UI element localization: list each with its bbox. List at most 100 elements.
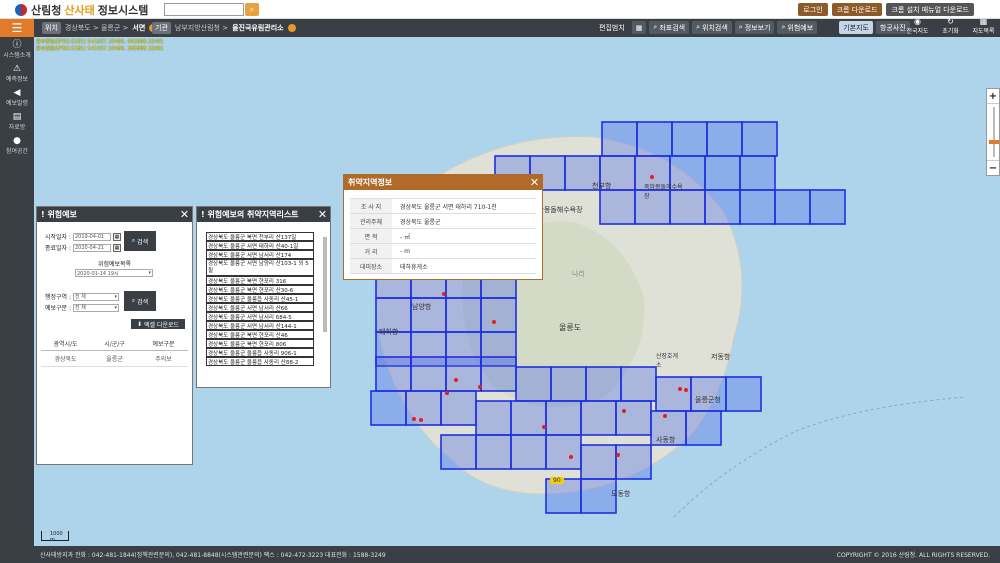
search-input[interactable]: [164, 3, 244, 16]
chevron-down-icon: ▾: [114, 304, 117, 311]
chevron-down-icon[interactable]: [287, 24, 296, 32]
map-label-sadong: 사동항: [656, 436, 676, 444]
agency-current: 울진국유림관리소: [232, 24, 284, 32]
region-search-button[interactable]: ⌕ 검색: [124, 291, 156, 311]
list-item[interactable]: 경상북도 울릉군 북면 현포리 산30-6: [206, 285, 314, 294]
sidebar-item-archive[interactable]: ▤ 자료방: [0, 109, 34, 133]
chevron-down-icon: ▾: [148, 270, 151, 276]
list-item[interactable]: 경상북도 울릉군 북면 현포리 316: [206, 276, 314, 285]
tool-label: 위험예보: [787, 23, 814, 32]
list-item[interactable]: 경상북도 울릉군 서면 남서리 684-5: [206, 312, 314, 321]
sidebar-item-system-intro[interactable]: ⓘ 시스템소개: [0, 37, 34, 61]
tool-label: 좌표검색: [659, 23, 686, 32]
refresh-icon: ↻: [947, 17, 954, 26]
sidebar-item-prediction[interactable]: ⚠ 예측정보: [0, 61, 34, 85]
site-logo[interactable]: 산림청 산사태 정보시스템: [14, 2, 148, 18]
edit-scope-button[interactable]: 편집범치: [595, 21, 629, 34]
chrome-download-button[interactable]: 크롬 다운로드: [831, 3, 883, 16]
chrome-manual-button[interactable]: 크롬 설치 매뉴얼 다운로드: [886, 3, 974, 16]
agency-breadcrumb[interactable]: 기관 남부지방산림청 > 울진국유림관리소: [152, 22, 296, 34]
zoom-out-button[interactable]: −: [987, 161, 999, 175]
sidebar-item-forecast[interactable]: ◀ 예보발령: [0, 85, 34, 109]
alarm-icon: ⚠: [12, 63, 22, 74]
info-view-button[interactable]: ⌕ 정보보기: [734, 21, 775, 34]
zoom-slider[interactable]: [987, 103, 999, 161]
eye-icon: ◉: [914, 17, 921, 26]
search-icon: ⌕: [131, 237, 136, 244]
search-icon: ⌕: [653, 23, 658, 31]
coord-line: 중부원점(EPSG:5181) 541037.10460, 402888.324…: [36, 39, 164, 45]
list-item[interactable]: 경상북도 울릉군 북면 천부리 산137일: [206, 232, 314, 241]
select-value: 전 체: [75, 294, 86, 300]
list-item[interactable]: 경상북도 울릉군 북면 현포리 806: [206, 339, 314, 348]
date-search-button[interactable]: ⌕ 검색: [124, 231, 156, 251]
coordinate-search-button[interactable]: ⌕ 좌표검색: [649, 21, 690, 34]
list-item[interactable]: 경상북도 울릉군 서면 남양리 산103-1 외 5필: [206, 259, 314, 276]
list-item[interactable]: 경상북도 울릉군 서면 남서리 산174: [206, 250, 314, 259]
login-button[interactable]: 로그인: [798, 3, 828, 16]
search-icon: ⌕: [249, 4, 255, 14]
list-item[interactable]: 경상북도 울릉군 서면 태하리 산40-1일: [206, 241, 314, 250]
zoom-handle[interactable]: [989, 140, 999, 144]
logo-title-text: 정보시스템: [97, 4, 149, 17]
list-item[interactable]: 경상북도 울릉군 서면 남서리 산144-1: [206, 321, 314, 330]
calendar-icon[interactable]: ▦: [113, 232, 121, 241]
start-date-field[interactable]: 2019-04-01: [73, 232, 111, 241]
road-badge: 90: [550, 477, 564, 484]
location-breadcrumb[interactable]: 위치 경상북도 > 울릉군 > 서면: [42, 22, 158, 34]
reset-button[interactable]: ↻ 초기화: [934, 17, 967, 37]
excel-download-button[interactable]: ⬇ 엑셀 다운로드: [131, 319, 185, 329]
calendar-icon[interactable]: ▦: [113, 243, 121, 252]
scrollbar[interactable]: [323, 237, 327, 332]
risk-forecast-button[interactable]: ⌕ 위험예보: [777, 21, 818, 34]
select-value: 전 체: [75, 305, 86, 311]
close-icon[interactable]: ✕: [315, 208, 330, 221]
list-item[interactable]: 경상북도 울릉군 북면 현포리 산46: [206, 330, 314, 339]
info-popup-header: 취약지역정보 ✕: [344, 175, 542, 190]
info-value: - ㎡: [400, 233, 411, 241]
map-list-button[interactable]: ▦ 지도목록: [967, 17, 1000, 37]
search-label: 검색: [137, 298, 149, 306]
info-row: 대피장소 태하휴게소: [350, 259, 536, 274]
nav-bar: ☰ 위치 경상북도 > 울릉군 > 서면 기관 남부지방산림청 > 울진국유림관…: [0, 19, 1000, 37]
icon-label: 지도목록: [972, 28, 995, 35]
forecast-list-select[interactable]: 2020-01-14 19시 ▾: [75, 269, 153, 277]
list-item[interactable]: 경상북도 울릉군 울릉읍 사동리 산88-2: [206, 357, 314, 366]
close-icon[interactable]: ✕: [527, 176, 542, 189]
type-select[interactable]: 전 체 ▾: [73, 303, 119, 312]
search-button[interactable]: ⌕: [245, 3, 259, 16]
map-label-namyang: 남양항: [412, 303, 432, 311]
menu-icon[interactable]: ☰: [0, 19, 34, 37]
excel-label: 엑셀 다운로드: [144, 321, 180, 329]
info-value: - m: [400, 247, 410, 255]
keyboard-icon[interactable]: ▦: [631, 21, 647, 34]
end-date-field[interactable]: 2020-04-21: [73, 243, 111, 252]
government-emblem-icon: [14, 3, 28, 17]
info-key: 대피장소: [350, 259, 392, 273]
tab-basic-map[interactable]: 기본지도: [839, 21, 873, 34]
map-label-harbor: 저동항: [711, 353, 731, 361]
agency-tag: 기관: [152, 22, 171, 34]
list-item[interactable]: 경상북도 울릉군 울릉읍 사동리 산45-1: [206, 294, 314, 303]
list-item[interactable]: 경상북도 울릉군 서면 남서리 산66: [206, 303, 314, 312]
sidebar-item-community[interactable]: ● 참여공간: [0, 133, 34, 157]
region-select[interactable]: 전 체 ▾: [73, 292, 119, 301]
sidebar-item-label: 예보발령: [5, 99, 29, 107]
popup-title: 취약지역정보: [348, 178, 393, 187]
agency-path: 남부지방산림청 >: [174, 24, 229, 32]
close-icon[interactable]: ✕: [177, 208, 192, 221]
column-header: 시/군/구: [104, 341, 125, 348]
zoom-in-button[interactable]: +: [987, 89, 999, 103]
table-row[interactable]: 경상북도 울릉군 주의보: [41, 351, 188, 367]
national-map-button[interactable]: ◉ 전국지도: [901, 17, 934, 37]
chevron-down-icon: ▾: [114, 293, 117, 300]
footer-copyright: COPYRIGHT © 2016 산림청. ALL RIGHTS RESERVE…: [836, 552, 990, 559]
forecast-table-header: 광역시/도 시/군/구 예보구분: [41, 337, 188, 351]
column-header: 광역시/도: [53, 341, 78, 348]
search-icon: ⌕: [696, 23, 700, 31]
location-search-button[interactable]: ⌕ 위치검색: [692, 21, 732, 34]
tool-label: 정보보기: [744, 23, 771, 32]
info-row: 거 리- m: [350, 244, 536, 259]
vulnerable-list: 경상북도 울릉군 북면 천부리 산137일 경상북도 울릉군 서면 태하리 산4…: [206, 232, 314, 366]
list-item[interactable]: 경상북도 울릉군 울릉읍 사동리 906-1: [206, 348, 314, 357]
